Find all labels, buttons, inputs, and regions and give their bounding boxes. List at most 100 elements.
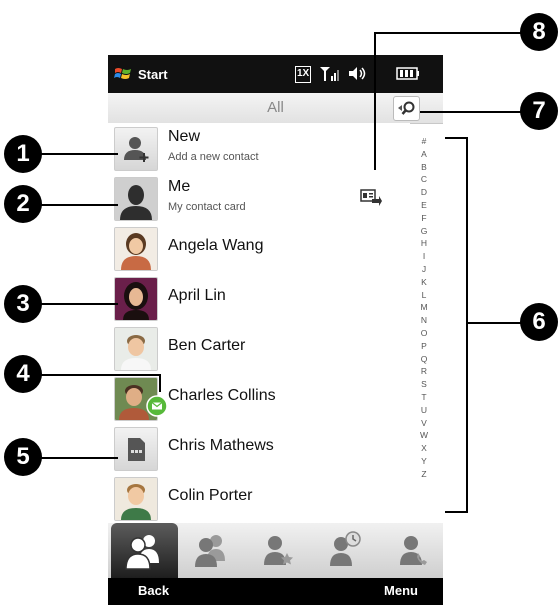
callout-8: 8 bbox=[520, 13, 558, 51]
contact-name: Chris Mathews bbox=[168, 437, 274, 454]
network-type-icon: 1X bbox=[295, 66, 312, 83]
search-icon bbox=[398, 101, 415, 115]
contact-row-new[interactable]: New Add a new contact bbox=[108, 123, 410, 174]
contact-row[interactable]: April Lin bbox=[108, 273, 410, 324]
send-contact-card-icon[interactable] bbox=[360, 187, 382, 207]
callout-bracket bbox=[466, 137, 468, 513]
alpha-letter[interactable]: J bbox=[412, 263, 436, 276]
contact-row[interactable]: Ben Carter bbox=[108, 323, 410, 374]
contact-name: Angela Wang bbox=[168, 237, 264, 254]
tab-call-log[interactable] bbox=[379, 523, 443, 578]
back-softkey[interactable]: Back bbox=[138, 583, 169, 598]
contact-name: Me bbox=[168, 178, 191, 195]
battery-icon bbox=[396, 67, 419, 80]
contact-subtitle: My contact card bbox=[168, 201, 246, 213]
alpha-letter[interactable]: A bbox=[412, 148, 436, 161]
add-contact-icon bbox=[114, 127, 158, 171]
alpha-letter[interactable]: S bbox=[412, 378, 436, 391]
softkey-bar: Back Menu bbox=[108, 578, 443, 605]
sim-contact-icon bbox=[114, 427, 158, 471]
status-bar: Start 1X bbox=[108, 55, 443, 93]
alpha-letter[interactable]: Y bbox=[412, 455, 436, 468]
contact-photo bbox=[114, 327, 158, 371]
callout-5: 5 bbox=[4, 438, 42, 476]
callout-4: 4 bbox=[4, 355, 42, 393]
alpha-letter[interactable]: Q bbox=[412, 353, 436, 366]
callout-leader bbox=[466, 322, 522, 324]
search-button[interactable] bbox=[393, 96, 420, 121]
favorites-icon bbox=[264, 536, 293, 565]
callout-leader bbox=[420, 111, 522, 113]
contact-row[interactable]: Angela Wang bbox=[108, 223, 410, 274]
alpha-letter[interactable]: # bbox=[412, 135, 436, 148]
alpha-letter[interactable]: X bbox=[412, 442, 436, 455]
menu-softkey[interactable]: Menu bbox=[384, 583, 418, 598]
callout-leader bbox=[40, 303, 118, 305]
contact-photo bbox=[114, 277, 158, 321]
callout-7: 7 bbox=[520, 92, 558, 130]
alpha-letter[interactable]: B bbox=[412, 161, 436, 174]
start-label[interactable]: Start bbox=[138, 67, 168, 82]
alpha-letter[interactable]: M bbox=[412, 301, 436, 314]
callout-leader bbox=[375, 32, 522, 34]
tab-favorites[interactable] bbox=[245, 523, 312, 578]
callout-leader bbox=[40, 374, 160, 376]
contact-subtitle: Add a new contact bbox=[168, 151, 259, 163]
alpha-letter[interactable]: V bbox=[412, 417, 436, 430]
alpha-letter[interactable]: I bbox=[412, 250, 436, 263]
contact-photo bbox=[114, 227, 158, 271]
alpha-letter[interactable]: H bbox=[412, 237, 436, 250]
callout-leader bbox=[374, 32, 376, 170]
alpha-letter[interactable]: C bbox=[412, 173, 436, 186]
callout-3: 3 bbox=[4, 285, 42, 323]
alphabet-index[interactable]: # A B C D E F G H I J K L M N O P Q R S … bbox=[412, 135, 436, 481]
callout-bracket bbox=[445, 511, 467, 513]
alpha-letter[interactable]: F bbox=[412, 212, 436, 225]
alpha-letter[interactable]: O bbox=[412, 327, 436, 340]
phone-screen: Start 1X All New Add a new contact Me My… bbox=[108, 55, 443, 605]
alpha-letter[interactable]: U bbox=[412, 404, 436, 417]
callout-leader bbox=[40, 153, 118, 155]
groups-icon bbox=[195, 535, 225, 567]
contact-row-me[interactable]: Me My contact card bbox=[108, 173, 410, 224]
contact-row[interactable]: Colin Porter bbox=[108, 473, 410, 524]
history-icon bbox=[330, 531, 361, 566]
contact-row[interactable]: Charles Collins bbox=[108, 373, 410, 424]
callout-bracket bbox=[445, 137, 467, 139]
contact-list: New Add a new contact Me My contact card bbox=[108, 123, 410, 524]
contact-name: Charles Collins bbox=[168, 387, 276, 404]
callout-6: 6 bbox=[520, 303, 558, 341]
alpha-letter[interactable]: D bbox=[412, 186, 436, 199]
contact-name: New bbox=[168, 128, 201, 145]
alpha-letter[interactable]: P bbox=[412, 340, 436, 353]
contact-name: Ben Carter bbox=[168, 337, 246, 354]
alpha-letter[interactable]: W bbox=[412, 429, 436, 442]
tab-groups[interactable] bbox=[178, 523, 245, 578]
windows-start-icon[interactable] bbox=[114, 66, 132, 81]
alpha-letter[interactable]: T bbox=[412, 391, 436, 404]
alpha-letter[interactable]: K bbox=[412, 276, 436, 289]
callout-leader bbox=[40, 457, 118, 459]
callout-2: 2 bbox=[4, 185, 42, 223]
contact-name: April Lin bbox=[168, 287, 226, 304]
silhouette-avatar bbox=[114, 177, 158, 221]
alpha-letter[interactable]: E bbox=[412, 199, 436, 212]
callout-leader bbox=[40, 204, 118, 206]
alpha-letter[interactable]: G bbox=[412, 225, 436, 238]
alpha-letter[interactable]: R bbox=[412, 365, 436, 378]
message-status-icon bbox=[146, 395, 168, 417]
callout-1: 1 bbox=[4, 135, 42, 173]
tab-all-people[interactable] bbox=[111, 523, 178, 578]
contact-row[interactable]: Chris Mathews bbox=[108, 423, 410, 474]
contact-photo bbox=[114, 477, 158, 521]
phone-contact-icon bbox=[400, 536, 427, 565]
alpha-letter[interactable]: N bbox=[412, 314, 436, 327]
signal-icon bbox=[320, 67, 339, 81]
contact-name: Colin Porter bbox=[168, 487, 253, 504]
tab-history[interactable] bbox=[312, 523, 379, 578]
speaker-icon bbox=[349, 67, 366, 80]
callout-leader bbox=[159, 374, 161, 392]
tab-bar bbox=[108, 523, 443, 578]
alpha-letter[interactable]: L bbox=[412, 289, 436, 302]
alpha-letter[interactable]: Z bbox=[412, 468, 436, 481]
